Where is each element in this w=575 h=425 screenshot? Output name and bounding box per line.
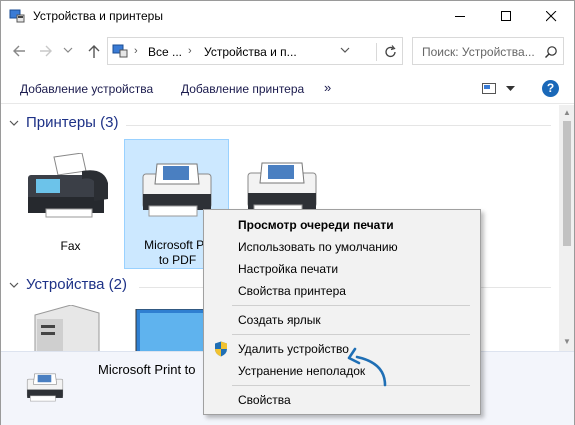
fax-machine-icon (28, 153, 108, 218)
printers-group-header[interactable]: Принтеры (3) (9, 114, 118, 131)
address-bar[interactable]: › Все ... › Устройства и п... (107, 37, 403, 65)
breadcrumb-separator: › (188, 45, 192, 57)
printers-group-title: Принтеры (3) (26, 114, 119, 131)
up-arrow-icon[interactable] (85, 43, 103, 59)
navigation-bar: › Все ... › Устройства и п... Поиск: Уст… (1, 34, 574, 68)
search-icon (545, 46, 557, 58)
menu-item-printing-preferences[interactable]: Настройка печати (238, 262, 338, 276)
tile-label: Fax (60, 239, 81, 253)
menu-separator (232, 334, 470, 335)
menu-item-set-default[interactable]: Использовать по умолчанию (238, 240, 398, 254)
details-device-name: Microsoft Print to (98, 362, 196, 377)
address-dropdown-icon[interactable] (340, 46, 350, 54)
menu-item-view-print-queue[interactable]: Просмотр очереди печати (238, 218, 394, 232)
devices-and-printers-window: Устройства и принтеры › Все ... › Устрой… (0, 0, 575, 425)
breadcrumb-devices-printers[interactable]: Устройства и п... (204, 45, 297, 59)
breadcrumb-all-items[interactable]: Все ... (148, 45, 182, 59)
maximize-button[interactable] (483, 1, 529, 31)
group-divider (126, 125, 551, 126)
collapse-chevron-icon (9, 282, 19, 288)
maximize-icon (501, 11, 511, 21)
forward-arrow-icon[interactable] (37, 43, 55, 59)
view-options-dropdown-icon[interactable] (506, 86, 515, 92)
breadcrumb-separator: › (134, 45, 138, 57)
help-icon[interactable]: ? (542, 80, 559, 97)
add-device-button[interactable]: Добавление устройства (20, 82, 153, 96)
computer-tower-icon[interactable] (31, 305, 101, 351)
printer-icon (26, 373, 64, 402)
add-printer-button[interactable]: Добавление принтера (181, 82, 304, 96)
window-title: Устройства и принтеры (33, 9, 163, 23)
menu-item-properties[interactable]: Свойства (238, 393, 291, 407)
recent-locations-chevron-icon[interactable] (63, 46, 81, 62)
search-box[interactable]: Поиск: Устройства... (412, 37, 564, 65)
menu-item-create-shortcut[interactable]: Создать ярлык (238, 313, 321, 327)
menu-separator (232, 305, 470, 306)
minimize-icon (455, 16, 465, 17)
devices-group-header[interactable]: Устройства (2) (9, 276, 127, 293)
title-bar: Устройства и принтеры (1, 1, 574, 32)
menu-separator (232, 385, 470, 386)
devices-printers-icon (9, 9, 25, 23)
vertical-scrollbar[interactable]: ▲ ▼ (559, 105, 574, 351)
change-view-icon[interactable] (482, 83, 496, 94)
collapse-chevron-icon (9, 120, 19, 126)
minimize-button[interactable] (437, 1, 483, 31)
command-bar: Добавление устройства Добавление принтер… (1, 71, 574, 104)
control-panel-icon (112, 44, 128, 58)
refresh-icon (385, 45, 396, 58)
more-commands-button[interactable]: » (324, 80, 331, 95)
refresh-button[interactable] (376, 43, 403, 61)
menu-item-remove-device[interactable]: Удалить устройство (238, 342, 349, 356)
printer-tile-fax[interactable]: Fax (18, 139, 123, 269)
close-button[interactable] (528, 1, 574, 31)
close-icon (546, 11, 557, 22)
search-placeholder: Поиск: Устройства... (422, 45, 535, 59)
context-menu: Просмотр очереди печати Использовать по … (203, 209, 481, 415)
devices-group-title: Устройства (2) (26, 276, 127, 293)
scrollbar-thumb[interactable] (563, 121, 571, 246)
menu-item-printer-properties[interactable]: Свойства принтера (238, 284, 346, 298)
menu-item-troubleshoot[interactable]: Устранение неполадок (238, 364, 365, 378)
scroll-up-arrow-icon[interactable]: ▲ (563, 108, 571, 117)
scroll-down-arrow-icon[interactable]: ▼ (563, 337, 571, 346)
back-arrow-icon[interactable] (11, 43, 29, 59)
uac-shield-icon (215, 341, 227, 357)
